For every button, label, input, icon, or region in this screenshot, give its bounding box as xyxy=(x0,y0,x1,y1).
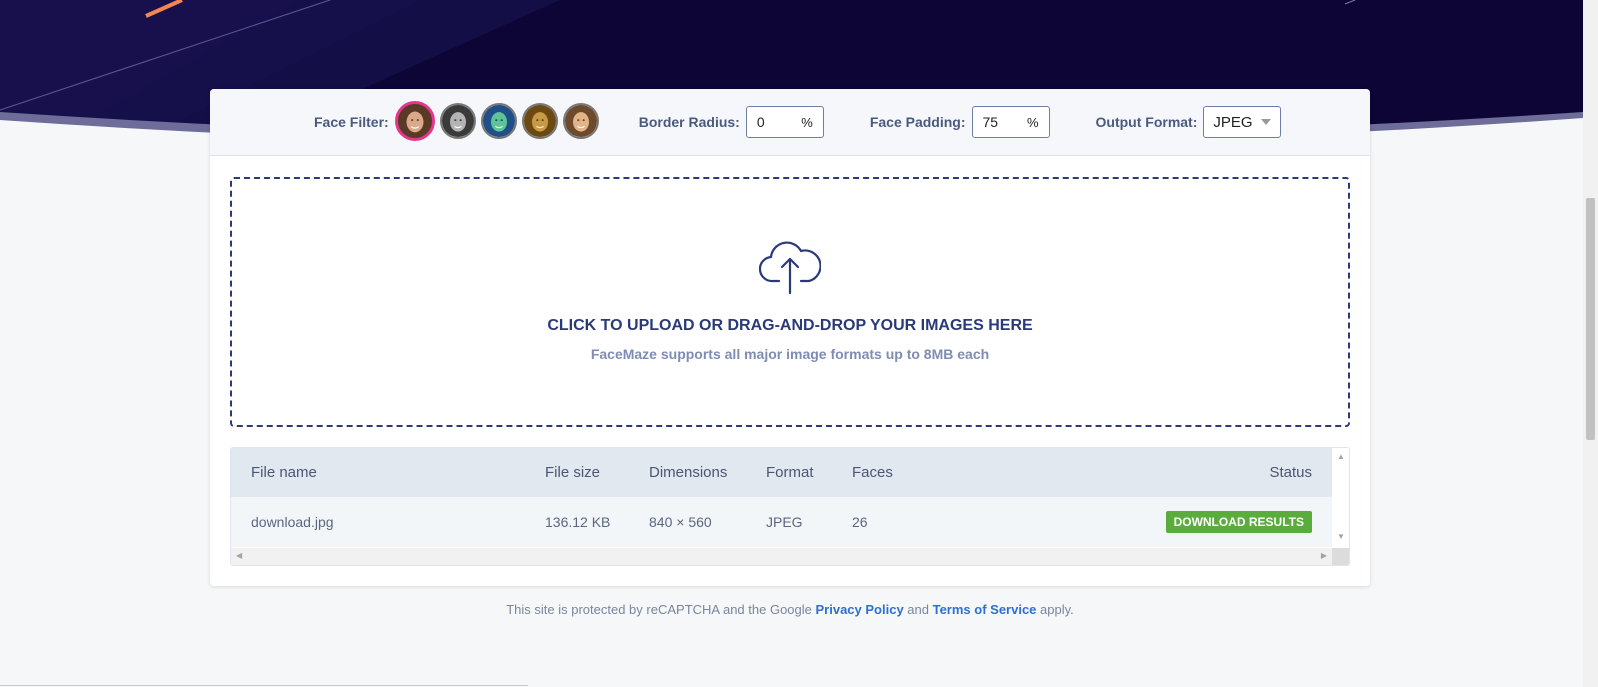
face-padding-input[interactable]: 75 % xyxy=(971,106,1050,138)
files-table: File name File size Dimensions Format Fa… xyxy=(230,447,1350,566)
table-horizontal-scrollbar[interactable]: ◀ ▶ xyxy=(231,548,1332,565)
filter-original[interactable] xyxy=(394,101,435,141)
col-file-size: File size xyxy=(545,464,601,481)
col-dimensions: Dimensions xyxy=(649,464,728,481)
scroll-left-icon[interactable]: ◀ xyxy=(236,551,242,560)
recaptcha-notice: This site is protected by reCAPTCHA and … xyxy=(210,602,1370,617)
output-format-label: Output Format: xyxy=(1095,114,1198,130)
output-format-value: JPEG xyxy=(1213,113,1253,131)
face-filter-group: Face Filter: xyxy=(314,101,599,141)
filter-warm[interactable] xyxy=(562,103,599,139)
privacy-policy-link[interactable]: Privacy Policy xyxy=(816,602,904,617)
col-file-name: File name xyxy=(251,464,317,481)
upload-dropzone[interactable]: CLICK TO UPLOAD OR DRAG-AND-DROP YOUR IM… xyxy=(230,177,1350,427)
page-scrollbar[interactable] xyxy=(1583,0,1598,687)
face-filter-label: Face Filter: xyxy=(314,114,389,130)
face-padding-group: Face Padding: 75 % xyxy=(870,106,1050,138)
filter-sepia-gold[interactable] xyxy=(521,103,558,139)
table-vertical-scrollbar[interactable]: ▲ ▼ xyxy=(1332,448,1349,548)
chevron-down-icon xyxy=(1261,119,1272,125)
face-padding-value: 75 xyxy=(982,114,999,130)
face-padding-unit: % xyxy=(1026,114,1039,130)
border-radius-input[interactable]: 0 % xyxy=(745,106,824,138)
border-radius-group: Border Radius: 0 % xyxy=(639,106,824,138)
filter-list xyxy=(394,101,599,141)
dropzone-subtitle: FaceMaze supports all major image format… xyxy=(590,346,990,362)
scrollbar-corner xyxy=(1332,548,1349,565)
page-scrollbar-thumb[interactable] xyxy=(1586,198,1595,440)
col-format: Format xyxy=(766,464,814,481)
col-faces: Faces xyxy=(852,464,893,481)
col-status: Status xyxy=(1269,464,1312,481)
cell-format: JPEG xyxy=(766,514,803,530)
cell-file-name: download.jpg xyxy=(251,514,334,530)
scroll-down-icon[interactable]: ▼ xyxy=(1337,532,1345,541)
scroll-up-icon[interactable]: ▲ xyxy=(1337,452,1345,461)
table-row: download.jpg 136.12 KB 840 × 560 JPEG 26… xyxy=(231,497,1332,547)
output-format-select[interactable]: JPEG xyxy=(1203,106,1282,138)
cloud-upload-icon xyxy=(759,241,821,295)
face-padding-label: Face Padding: xyxy=(869,114,966,130)
options-toolbar: Face Filter: Border Radius: 0 % Face Pad… xyxy=(210,89,1370,156)
divider xyxy=(0,685,528,686)
filter-grayscale[interactable] xyxy=(439,103,476,139)
table-header: File name File size Dimensions Format Fa… xyxy=(231,448,1332,497)
border-radius-unit: % xyxy=(801,114,813,130)
border-radius-label: Border Radius: xyxy=(638,114,740,130)
filter-teal[interactable] xyxy=(480,103,517,139)
cell-dimensions: 840 × 560 xyxy=(649,514,712,530)
footer-text-before: This site is protected by reCAPTCHA and … xyxy=(506,602,816,617)
scroll-right-icon[interactable]: ▶ xyxy=(1321,551,1327,560)
dropzone-title: CLICK TO UPLOAD OR DRAG-AND-DROP YOUR IM… xyxy=(547,317,1033,334)
output-format-group: Output Format: JPEG xyxy=(1096,106,1282,138)
terms-of-service-link[interactable]: Terms of Service xyxy=(933,602,1037,617)
footer-text-after: apply. xyxy=(1036,602,1074,617)
border-radius-value: 0 xyxy=(756,114,765,130)
download-results-button[interactable]: DOWNLOAD RESULTS xyxy=(1165,511,1312,533)
footer-text-middle: and xyxy=(903,602,933,617)
cell-file-size: 136.12 KB xyxy=(545,514,611,530)
editor-card: Face Filter: Border Radius: 0 % Face Pad… xyxy=(210,89,1370,586)
cell-faces: 26 xyxy=(852,514,868,530)
